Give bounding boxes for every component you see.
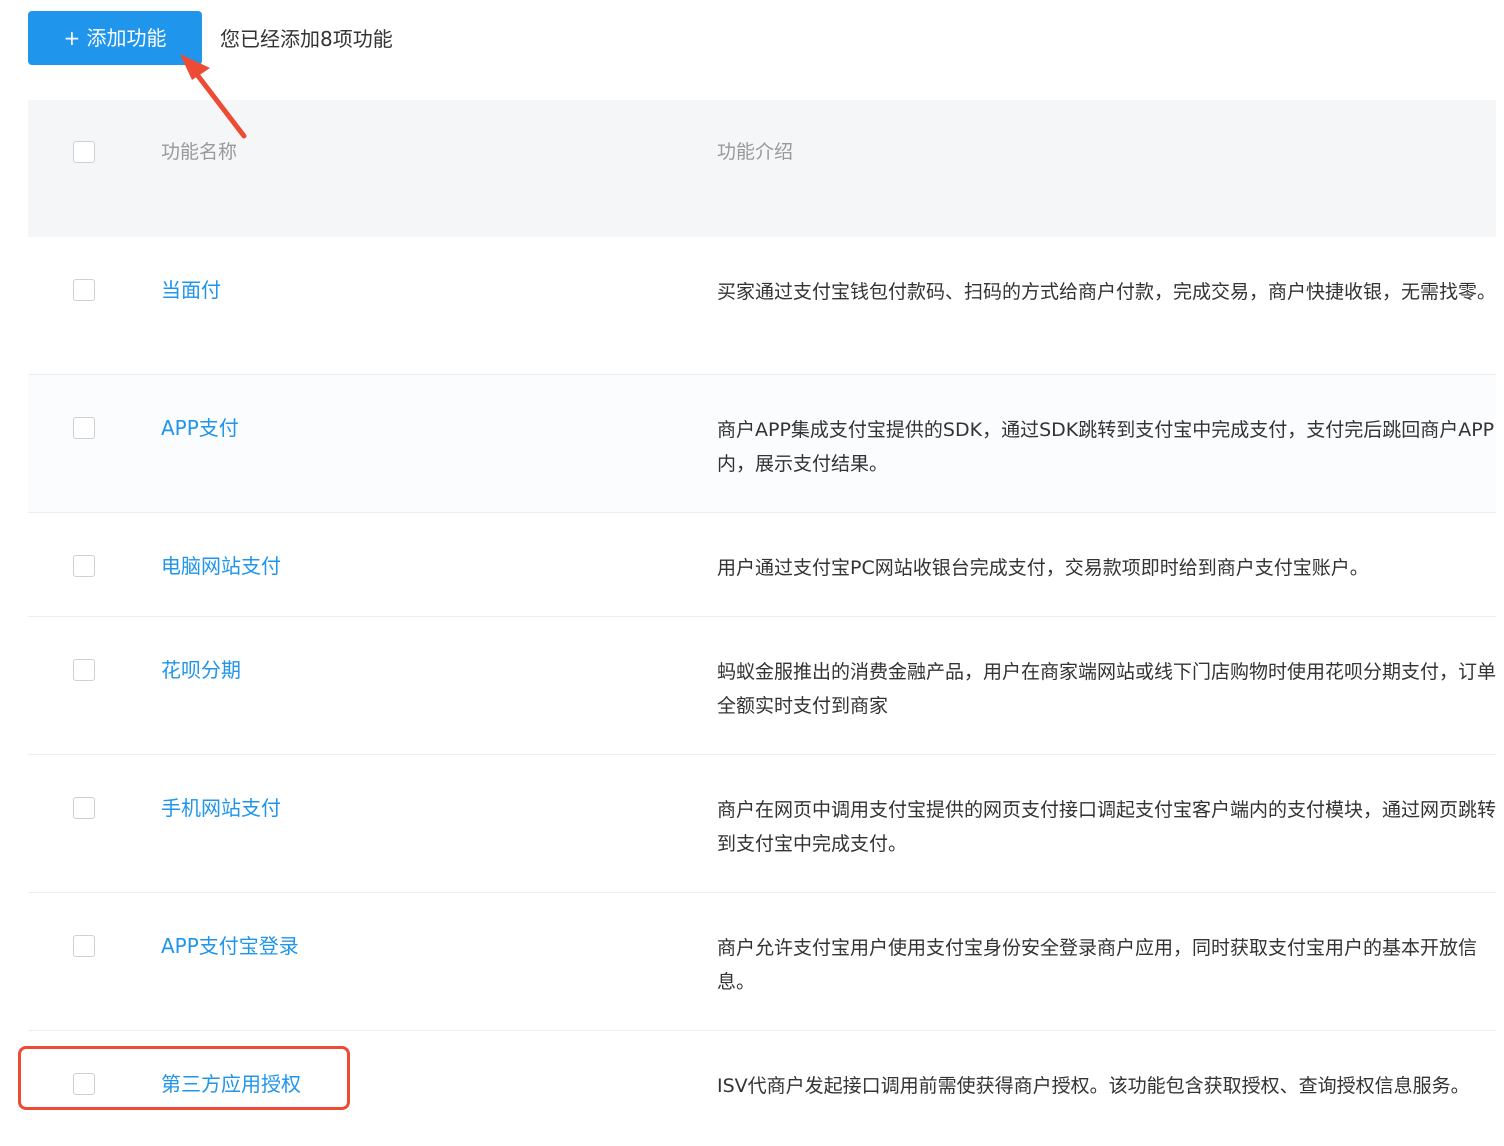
row-checkbox[interactable] xyxy=(73,555,95,577)
row-checkbox[interactable] xyxy=(73,1073,95,1095)
feature-description: 商户在网页中调用支付宝提供的网页支付接口调起支付宝客户端内的支付模块，通过网页跳… xyxy=(717,799,1497,855)
table-row: 当面付 买家通过支付宝钱包付款码、扫码的方式给商户付款，完成交易，商户快捷收银，… xyxy=(28,237,1496,375)
feature-table: 功能名称 功能介绍 当面付 买家通过支付宝钱包付款码、扫码的方式给商户付款，完成… xyxy=(28,100,1496,1146)
add-feature-button[interactable]: + 添加功能 xyxy=(28,11,202,65)
column-header-description: 功能介绍 xyxy=(717,141,794,163)
feature-description: 蚂蚁金服推出的消费金融产品，用户在商家端网站或线下门店购物时使用花呗分期支付，订… xyxy=(717,661,1497,717)
table-row: 花呗分期 蚂蚁金服推出的消费金融产品，用户在商家端网站或线下门店购物时使用花呗分… xyxy=(28,617,1496,755)
feature-name-link[interactable]: 花呗分期 xyxy=(161,657,241,683)
select-all-checkbox[interactable] xyxy=(73,141,95,163)
row-checkbox[interactable] xyxy=(73,417,95,439)
table-row: APP支付 商户APP集成支付宝提供的SDK，通过SDK跳转到支付宝中完成支付，… xyxy=(28,375,1496,513)
table-header: 功能名称 功能介绍 xyxy=(28,100,1496,237)
feature-description: 商户允许支付宝用户使用支付宝身份安全登录商户应用，同时获取支付宝用户的基本开放信… xyxy=(717,937,1478,993)
feature-description: 用户通过支付宝PC网站收银台完成支付，交易款项即时给到商户支付宝账户。 xyxy=(717,557,1369,579)
row-checkbox[interactable] xyxy=(73,659,95,681)
row-checkbox[interactable] xyxy=(73,797,95,819)
column-header-name: 功能名称 xyxy=(161,141,238,163)
feature-name-link[interactable]: 手机网站支付 xyxy=(161,795,281,821)
row-checkbox[interactable] xyxy=(73,935,95,957)
feature-name-link[interactable]: APP支付 xyxy=(161,415,239,441)
toolbar: + 添加功能 您已经添加8项功能 xyxy=(0,0,1504,90)
feature-name-link[interactable]: 当面付 xyxy=(161,277,221,303)
feature-name-link[interactable]: 电脑网站支付 xyxy=(161,553,281,579)
row-checkbox[interactable] xyxy=(73,279,95,301)
feature-description: 买家通过支付宝钱包付款码、扫码的方式给商户付款，完成交易，商户快捷收银，无需找零… xyxy=(717,281,1497,303)
table-row: APP支付宝登录 商户允许支付宝用户使用支付宝身份安全登录商户应用，同时获取支付… xyxy=(28,893,1496,1031)
feature-description: ISV代商户发起接口调用前需使获得商户授权。该功能包含获取授权、查询授权信息服务… xyxy=(717,1075,1470,1097)
added-count-text: 您已经添加8项功能 xyxy=(220,27,393,51)
feature-name-link[interactable]: APP支付宝登录 xyxy=(161,933,299,959)
table-row: 电脑网站支付 用户通过支付宝PC网站收银台完成支付，交易款项即时给到商户支付宝账… xyxy=(28,513,1496,617)
table-row: 第三方应用授权 ISV代商户发起接口调用前需使获得商户授权。该功能包含获取授权、… xyxy=(28,1031,1496,1146)
table-row: 手机网站支付 商户在网页中调用支付宝提供的网页支付接口调起支付宝客户端内的支付模… xyxy=(28,755,1496,893)
feature-description: 商户APP集成支付宝提供的SDK，通过SDK跳转到支付宝中完成支付，支付完后跳回… xyxy=(717,419,1495,475)
feature-name-link[interactable]: 第三方应用授权 xyxy=(161,1071,301,1097)
